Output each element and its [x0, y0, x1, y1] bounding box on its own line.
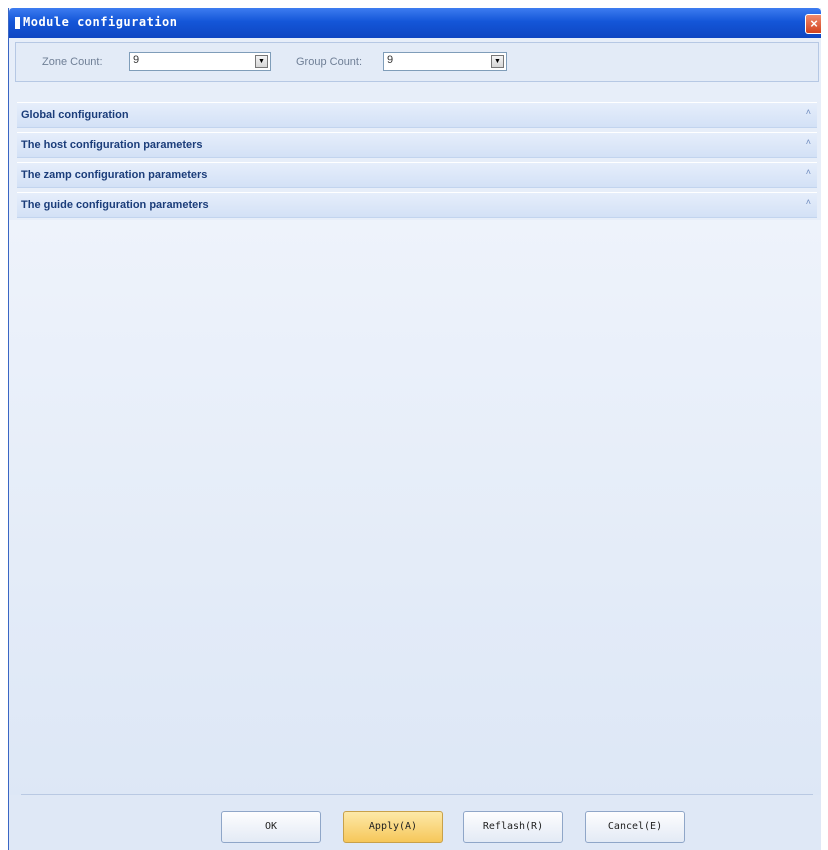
- title-bar[interactable]: Module configuration ×: [9, 8, 821, 38]
- chevron-up-icon[interactable]: ˄: [806, 107, 811, 117]
- group-count-value: 9: [387, 54, 394, 66]
- apply-button[interactable]: Apply(A): [343, 811, 443, 843]
- count-toolbar: Zone Count: 9 ▼ Group Count: 9 ▼: [15, 42, 819, 82]
- chevron-down-icon[interactable]: ▼: [491, 55, 504, 68]
- refresh-button[interactable]: Reflash(R): [463, 811, 563, 843]
- section-title: Global configuration: [21, 109, 129, 121]
- module-configuration-window: Module configuration × Zone Count: 9 ▼ G…: [8, 8, 821, 850]
- section-host-configuration[interactable]: The host configuration parameters ˄: [17, 132, 817, 158]
- section-title: The guide configuration parameters: [21, 199, 209, 211]
- chevron-up-icon[interactable]: ˄: [806, 197, 811, 207]
- zone-count-value: 9: [133, 54, 140, 66]
- window-title: Module configuration: [23, 15, 178, 29]
- window-icon: [15, 17, 20, 29]
- zone-count-label: Zone Count:: [42, 56, 103, 68]
- section-guide-configuration[interactable]: The guide configuration parameters ˄: [17, 192, 817, 218]
- section-zamp-configuration[interactable]: The zamp configuration parameters ˄: [17, 162, 817, 188]
- chevron-down-icon[interactable]: ▼: [255, 55, 268, 68]
- button-bar: OK Apply(A) Reflash(R) Cancel(E): [9, 795, 821, 850]
- configuration-sections: Global configuration ˄ The host configur…: [17, 102, 817, 222]
- group-count-select[interactable]: 9 ▼: [383, 52, 507, 71]
- chevron-up-icon[interactable]: ˄: [806, 167, 811, 177]
- content-area: [9, 220, 821, 800]
- chevron-up-icon[interactable]: ˄: [806, 137, 811, 147]
- cancel-button[interactable]: Cancel(E): [585, 811, 685, 843]
- ok-button[interactable]: OK: [221, 811, 321, 843]
- section-global-configuration[interactable]: Global configuration ˄: [17, 102, 817, 128]
- section-title: The host configuration parameters: [21, 139, 203, 151]
- zone-count-select[interactable]: 9 ▼: [129, 52, 271, 71]
- close-button[interactable]: ×: [805, 14, 821, 34]
- section-title: The zamp configuration parameters: [21, 169, 208, 181]
- group-count-label: Group Count:: [296, 56, 363, 68]
